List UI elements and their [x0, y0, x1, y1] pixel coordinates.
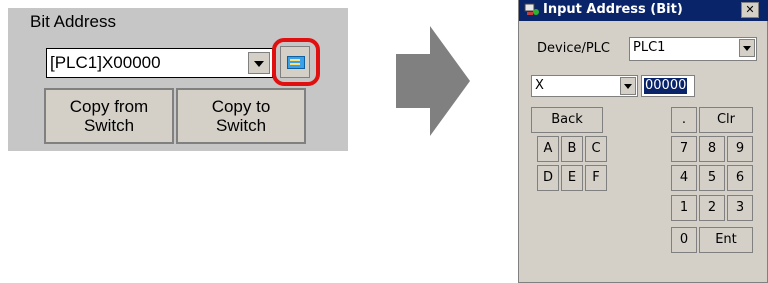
key-7[interactable]: 7	[671, 136, 697, 162]
device-type-value: X	[535, 78, 544, 93]
key-b[interactable]: B	[561, 136, 583, 162]
highlight-circle	[272, 38, 320, 86]
copy-to-switch-button[interactable]: Copy to Switch	[176, 88, 306, 144]
key-9[interactable]: 9	[727, 136, 753, 162]
key-4[interactable]: 4	[671, 165, 697, 191]
arrow-right-icon	[396, 26, 470, 136]
key-3[interactable]: 3	[727, 195, 753, 221]
dialog-titlebar: Input Address (Bit) ✕	[519, 0, 768, 21]
chevron-down-icon[interactable]	[739, 39, 755, 57]
dialog-title: Input Address (Bit)	[543, 2, 683, 17]
key-f[interactable]: F	[585, 165, 607, 191]
bit-address-label: Bit Address	[30, 12, 116, 31]
clear-key[interactable]: Clr	[699, 107, 753, 133]
chevron-down-icon[interactable]	[248, 52, 270, 74]
bit-address-combo[interactable]: [PLC1]X00000	[46, 48, 273, 78]
back-key[interactable]: Back	[531, 107, 603, 133]
address-number-input[interactable]: 00000	[641, 75, 695, 97]
device-plc-label: Device/PLC	[537, 41, 610, 56]
chevron-down-icon[interactable]	[620, 77, 636, 95]
address-number-value: 00000	[644, 78, 688, 94]
dot-key[interactable]: .	[671, 107, 697, 133]
bit-address-value: [PLC1]X00000	[50, 53, 161, 72]
key-e[interactable]: E	[561, 165, 583, 191]
key-1[interactable]: 1	[671, 195, 697, 221]
bit-address-panel: Bit Address [PLC1]X00000 Copy from Switc…	[8, 8, 348, 151]
key-5[interactable]: 5	[699, 165, 725, 191]
enter-key[interactable]: Ent	[699, 227, 753, 253]
input-address-dialog: Input Address (Bit) ✕ Device/PLC PLC1 X …	[518, 0, 768, 283]
device-plc-select[interactable]: PLC1	[629, 37, 757, 61]
device-type-select[interactable]: X	[531, 75, 638, 97]
key-6[interactable]: 6	[727, 165, 753, 191]
key-c[interactable]: C	[585, 136, 607, 162]
key-a[interactable]: A	[537, 136, 559, 162]
key-d[interactable]: D	[537, 165, 559, 191]
device-plc-value: PLC1	[633, 40, 666, 55]
key-8[interactable]: 8	[699, 136, 725, 162]
key-0[interactable]: 0	[671, 227, 697, 253]
close-icon[interactable]: ✕	[741, 2, 759, 18]
copy-from-switch-button[interactable]: Copy from Switch	[44, 88, 174, 144]
app-icon	[524, 3, 539, 15]
key-2[interactable]: 2	[699, 195, 725, 221]
